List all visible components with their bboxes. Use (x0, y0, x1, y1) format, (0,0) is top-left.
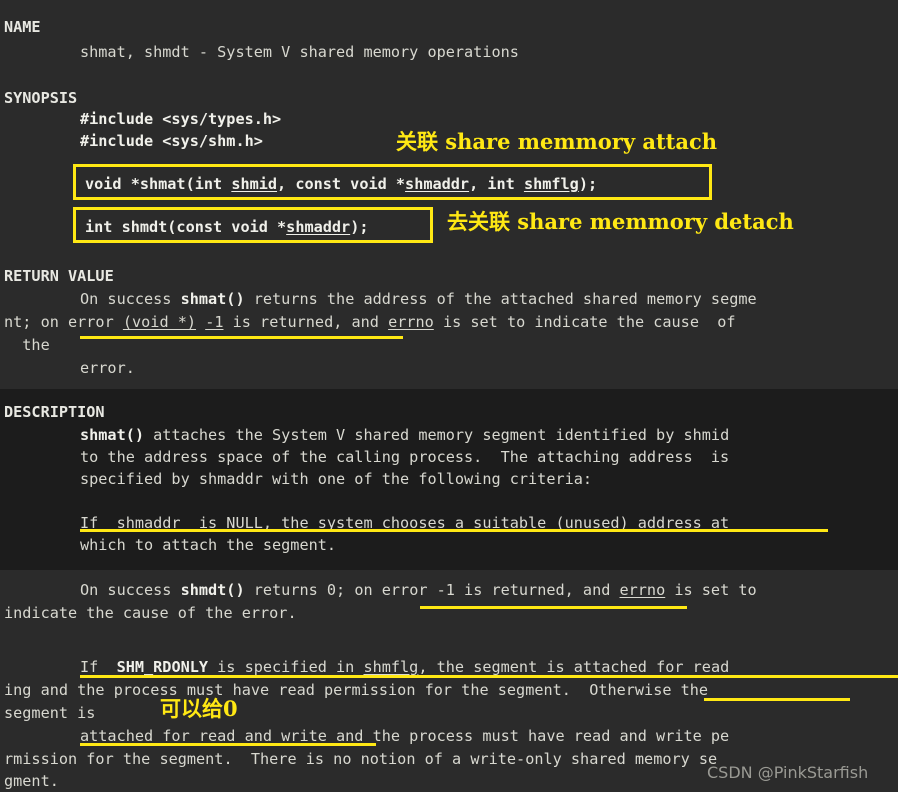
description-line-3: specified by shmaddr with one of the fol… (80, 470, 593, 488)
underline-shm-rdonly (80, 675, 898, 678)
shm-rdonly-flag: SHM_RDONLY (116, 658, 209, 676)
return-value-line-4: error. (80, 359, 135, 377)
errno-ref: errno (388, 313, 434, 331)
param-shmflg: shmflg (523, 175, 579, 193)
name-body: shmat, shmdt - System V shared memory op… (80, 43, 519, 61)
annotation-detach: 去关联 share memmory detach (447, 209, 794, 234)
section-header-return-value: RETURN VALUE (4, 267, 114, 285)
include-sys-types: #include <sys/types.h> (80, 110, 282, 128)
func-shmat-ref: shmat() (180, 290, 245, 308)
prototype-shmdt: int shmdt(const void *shmaddr); (85, 218, 369, 236)
section-header-name: NAME (4, 18, 41, 36)
minus-one-value: -1 (205, 313, 224, 331)
prototype-shmat: void *shmat(int shmid, const void *shmad… (85, 175, 598, 193)
underline-shmaddr-null (80, 529, 828, 532)
underline-attached-read-write (80, 743, 376, 746)
rdonly-line-6: gment. (4, 772, 59, 790)
param-shmid: shmid (231, 175, 278, 193)
void-star-cast: (void *) (122, 313, 197, 331)
annotation-attach: 关联 share memmory attach (396, 129, 718, 154)
include-sys-shm: #include <sys/shm.h> (80, 132, 263, 150)
section-header-synopsis: SYNOPSIS (4, 89, 78, 107)
annotation-can-give-zero: 可以给0 (160, 696, 238, 721)
description-line-2: to the address space of the calling proc… (80, 448, 730, 466)
param-shmaddr: shmaddr (405, 175, 470, 193)
underline-otherwise (704, 698, 850, 701)
rdonly-line-3: segment is (4, 704, 96, 722)
shmdt-return-line-1: On success shmdt() returns 0; on error -… (80, 581, 757, 599)
param-shmaddr-dt: shmaddr (286, 218, 351, 236)
csdn-watermark: CSDN @PinkStarfish (707, 763, 869, 782)
func-shmat-ref-desc: shmat() (80, 426, 145, 444)
underline-void-star-minus-one (80, 336, 403, 339)
description-line-5: which to attach the segment. (80, 536, 337, 554)
underline-shmdt-error (420, 606, 687, 609)
return-value-line-1: On success shmat() returns the address o… (80, 290, 757, 308)
rdonly-line-5: rmission for the segment. There is no no… (4, 750, 718, 768)
shmdt-return-line-2: indicate the cause of the error. (4, 604, 297, 622)
return-value-line-2: nt; on error (void *) -1 is returned, an… (4, 313, 736, 331)
section-header-description: DESCRIPTION (4, 403, 105, 421)
param-shmflg-ref: shmflg (363, 658, 419, 676)
errno-ref-shmdt: errno (619, 581, 666, 599)
return-value-line-3: the (4, 336, 50, 354)
func-shmdt-ref: shmdt() (180, 581, 245, 599)
rdonly-line-2: ing and the process must have read permi… (4, 681, 709, 699)
man-page-screenshot: NAME shmat, shmdt - System V shared memo… (0, 0, 898, 792)
description-line-1: shmat() attaches the System V shared mem… (80, 426, 730, 444)
